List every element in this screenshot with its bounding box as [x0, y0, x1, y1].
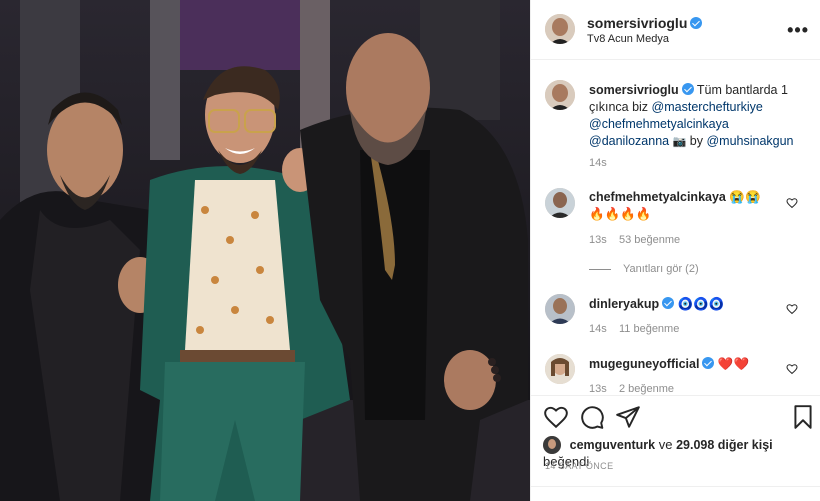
caption-avatar-image: [545, 80, 575, 110]
post-timestamp[interactable]: 14 SAAT ÖNCE: [545, 461, 614, 471]
comment-likes[interactable]: 53 beğenme: [619, 234, 680, 246]
post-photo[interactable]: [0, 0, 530, 501]
like-comment-heart-icon[interactable]: [786, 303, 798, 315]
others-count-link[interactable]: 29.098 diğer kişi: [676, 438, 773, 452]
comment-meta: 13s 2 beğenme: [589, 383, 674, 395]
comment-time[interactable]: 13s: [589, 383, 607, 395]
comment-avatar[interactable]: [545, 294, 575, 324]
liker-avatar-image: [543, 436, 561, 454]
comment-text: 🧿🧿🧿: [677, 297, 725, 311]
caption-text: somersivrioglu Tüm bantlarda 1 çıkınca b…: [589, 82, 814, 151]
like-comment-heart-icon[interactable]: [786, 197, 798, 209]
comment-meta: 13s 53 beğenme: [589, 234, 680, 246]
comment-likes[interactable]: 2 beğenme: [619, 383, 674, 395]
comment-avatar[interactable]: [545, 188, 575, 218]
like-heart-icon[interactable]: [543, 404, 569, 430]
caption-avatar[interactable]: [545, 80, 575, 110]
comment-likes[interactable]: 11 beğenme: [619, 323, 679, 335]
photographer-link[interactable]: @muhsinakgun: [706, 134, 793, 148]
author-avatar[interactable]: [545, 14, 575, 44]
mention-link[interactable]: @danilozanna: [589, 134, 669, 148]
add-comment-area[interactable]: [531, 486, 820, 501]
liker-avatar[interactable]: [543, 436, 561, 454]
mention-link[interactable]: @chefmehmetyalcinkaya: [589, 117, 729, 131]
post-photo-illustration: [0, 0, 530, 501]
caption-text-start: Tüm bantlarda 1: [696, 83, 788, 97]
caption-username[interactable]: somersivrioglu: [589, 83, 679, 97]
verified-badge-icon: [662, 297, 675, 309]
comment-username[interactable]: dinleryakup: [589, 297, 659, 311]
comment-text: 🔥🔥🔥🔥: [589, 207, 652, 221]
comment-meta: 14s 11 beğenme: [589, 323, 679, 335]
comment-body: dinleryakup 🧿🧿🧿: [589, 296, 794, 313]
comment-avatar-image: [545, 294, 575, 324]
post-action-bar: [531, 395, 820, 439]
comment-text: 😭😭: [729, 190, 761, 204]
caption-time[interactable]: 14s: [589, 157, 607, 169]
liker-username[interactable]: cemguventurk: [570, 438, 655, 452]
comment-body: chefmehmetyalcinkaya 😭😭 🔥🔥🔥🔥: [589, 189, 794, 223]
caption-text-line2: çıkınca biz: [589, 100, 649, 114]
replies-divider: [589, 269, 611, 270]
comment-time[interactable]: 13s: [589, 234, 607, 246]
post-header: somersivrioglu Tv8 Acun Medya •••: [531, 0, 820, 60]
mention-link[interactable]: @masterchefturkiye: [652, 100, 763, 114]
share-paper-plane-icon[interactable]: [615, 404, 641, 430]
comment-avatar[interactable]: [545, 354, 575, 384]
verified-badge-icon: [690, 17, 703, 29]
comment-avatar-image: [545, 354, 575, 384]
comment-username[interactable]: chefmehmetyalcinkaya: [589, 190, 726, 204]
comment-bubble-icon[interactable]: [579, 404, 605, 430]
verified-badge-icon: [681, 83, 694, 95]
comment-username[interactable]: mugeguneyofficial: [589, 357, 699, 371]
comment-text: ❤️❤️: [717, 357, 750, 371]
save-bookmark-icon[interactable]: [790, 404, 816, 430]
view-replies-link[interactable]: Yanıtları gör (2): [623, 263, 699, 275]
post-side-panel: somersivrioglu Tv8 Acun Medya ••• somers…: [530, 0, 820, 501]
like-comment-heart-icon[interactable]: [786, 363, 798, 375]
comment-avatar-image: [545, 188, 575, 218]
comment-time[interactable]: 14s: [589, 323, 607, 335]
author-username[interactable]: somersivrioglu: [587, 15, 687, 31]
verified-badge-icon: [702, 357, 715, 369]
liked-by-connector: ve: [658, 437, 673, 452]
more-options-icon[interactable]: •••: [787, 20, 809, 41]
author-avatar-image: [545, 14, 575, 44]
comment-body: mugeguneyofficial ❤️❤️: [589, 356, 794, 373]
camera-icon: 📷: [672, 136, 687, 148]
author-row: somersivrioglu: [587, 15, 703, 31]
location-label[interactable]: Tv8 Acun Medya: [587, 33, 669, 45]
caption-by-label: by: [689, 134, 703, 148]
